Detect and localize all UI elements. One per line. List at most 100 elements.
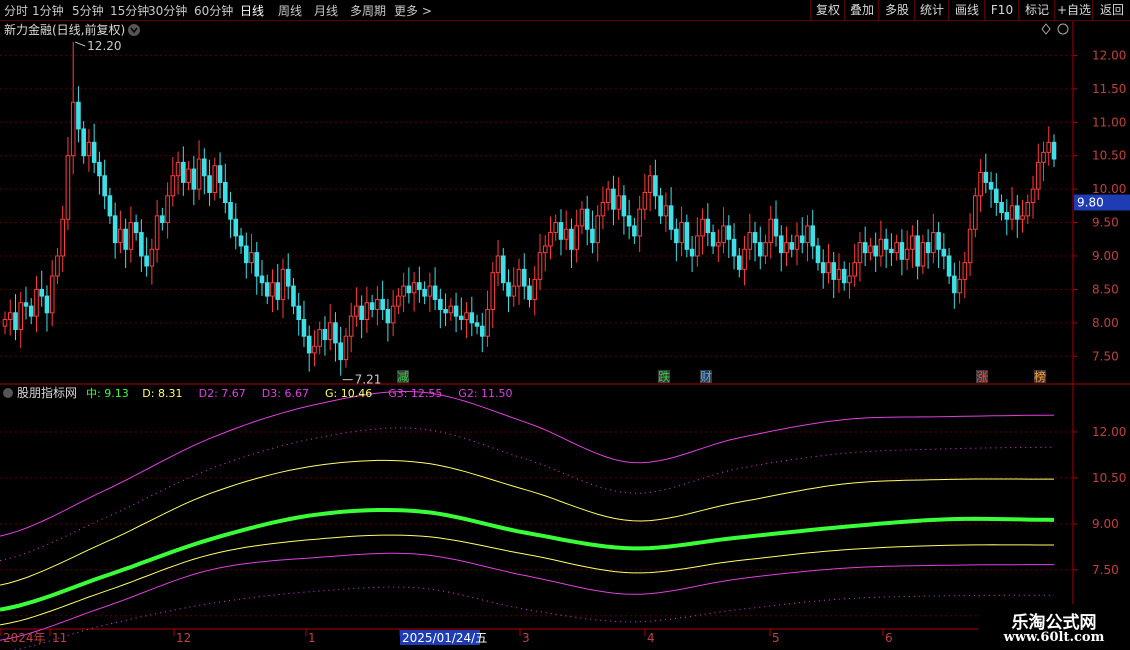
period-tab-0[interactable]: 分时 [4,2,28,19]
candle-body [170,175,176,197]
candle-body [28,305,34,317]
candle-body [752,232,758,244]
ind-y-tick-label: 12.00 [1092,425,1126,439]
candle-body [217,165,223,183]
candle-body [107,195,113,217]
candle-body [175,161,181,177]
candle-body [973,195,978,230]
candle-body [978,171,983,197]
period-tab-2[interactable]: 5分钟 [72,2,104,19]
indicator-value-name: G2 [458,387,474,400]
candle-body [663,205,669,217]
candle-body [139,232,144,257]
candle-body [820,262,826,274]
event-marker: 减 [397,370,409,384]
candle-body [569,228,574,250]
candle-body [925,242,931,254]
candle-body [118,228,123,244]
indicator-value-2: D2: 7.67 [199,387,246,400]
main-y-tick-label: 11.00 [1092,115,1126,129]
main-y-tick-label: 12.00 [1092,48,1126,62]
event-marker: 涨 [976,369,988,384]
candle-body [611,188,616,210]
candle-body [406,285,412,294]
candle-body [794,235,800,250]
candle-body [511,285,517,297]
candle-body [1020,215,1025,220]
candle-body [705,218,711,234]
candle-body [778,235,784,254]
candle-body [647,175,653,193]
tool-button-4[interactable]: 画线 [948,0,985,20]
x-tick-label: 3 [522,631,530,645]
candle-body [679,222,684,244]
candle-body [527,285,532,300]
candle-body [695,235,700,257]
candle-body [479,325,485,337]
watermark: 乐淘公式网 www.60lt.com [978,604,1130,650]
candle-body [658,195,663,217]
candle-body [359,305,364,320]
candle-body [474,322,480,327]
tool-button-0[interactable]: 复权 [810,0,845,20]
candle-body [191,168,197,190]
period-tab-8[interactable]: 月线 [314,2,338,19]
tool-button-8[interactable]: 返回 [1092,0,1130,20]
candle-body [422,288,427,297]
candle-body [590,228,595,244]
event-marker: 财 [700,370,712,384]
candle-body [700,218,705,237]
candle-body [904,248,910,260]
period-tab-9[interactable]: 多周期 [350,2,386,19]
candle-body [301,318,307,337]
candle-body [469,312,475,324]
candle-body [7,312,13,320]
candle-body [600,202,606,217]
period-tab-1[interactable]: 1分钟 [32,2,64,19]
candle-body [500,255,506,284]
cursor-date-label: 2025/01/24/五 [402,631,487,645]
candle-body [710,232,716,247]
tool-button-7[interactable]: +自选 [1054,0,1093,20]
candle-body [112,215,118,244]
candle-body [91,141,97,163]
candle-body [396,295,401,307]
candle-body [1046,141,1052,153]
tool-button-6[interactable]: 标记 [1018,0,1055,20]
indicator-line-G3 [0,390,1055,537]
period-tab-4[interactable]: 30分钟 [148,2,187,19]
candle-body [343,335,349,361]
indicator-value-1: D: 8.31 [142,387,182,400]
tool-button-2[interactable]: 多股 [878,0,915,20]
candle-body [862,242,868,254]
candle-body [212,165,218,193]
period-tab-10[interactable]: 更多 > [394,2,432,19]
candle-body [327,322,333,341]
period-tab-3[interactable]: 15分钟 [110,2,149,19]
tool-button-1[interactable]: 叠加 [844,0,879,20]
period-tab-6[interactable]: 日线 [240,2,264,19]
indicator-value-3: D3: 6.67 [262,387,309,400]
period-tab-5[interactable]: 60分钟 [194,2,233,19]
candle-body [988,181,994,190]
candle-body [563,228,569,240]
candle-body [742,248,747,270]
candle-body [443,308,448,314]
indicator-value-name: G [325,387,334,400]
candle-body [354,305,359,317]
tool-button-3[interactable]: 统计 [914,0,949,20]
candle-body [18,302,24,331]
candle-body [238,235,244,247]
candle-body [946,255,952,277]
ind-y-tick-label: 7.50 [1092,563,1119,577]
candle-body [737,255,742,270]
candle-body [485,308,490,337]
tool-button-5[interactable]: F10 [984,0,1019,20]
candle-body [716,242,721,247]
indicator-value-6: G2: 11.50 [458,387,512,400]
candle-body [815,245,821,264]
candle-body [584,208,590,230]
period-tab-7[interactable]: 周线 [278,2,302,19]
indicator-dropdown-icon [3,388,13,398]
candle-body [275,282,281,300]
